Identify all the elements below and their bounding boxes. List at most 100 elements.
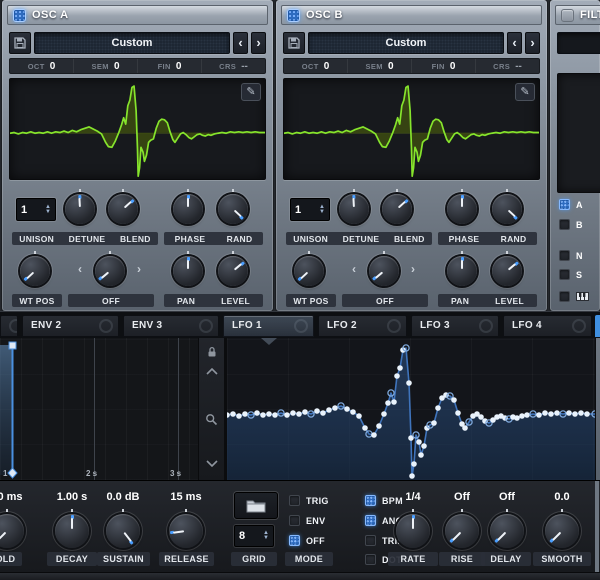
osc-b-phase-knob[interactable] (447, 189, 477, 224)
lfo-point-handle[interactable] (542, 410, 548, 416)
osc-a-sem-field[interactable]: SEM 0 (74, 59, 138, 73)
tab-lfo1[interactable]: LFO 1 (223, 315, 314, 337)
hold-knob[interactable] (0, 509, 24, 548)
osc-b-wtpos-knob[interactable] (294, 251, 324, 286)
checkbox-icon[interactable] (365, 515, 376, 526)
checkbox-icon[interactable] (289, 495, 300, 506)
lfo-point-handle[interactable] (455, 410, 461, 416)
magnifier-zoom-icon[interactable] (205, 413, 218, 426)
lfo-point-handle[interactable] (435, 405, 441, 411)
osc-b-blend-knob[interactable] (382, 189, 412, 224)
lfo-point-handle[interactable] (385, 400, 391, 406)
lfo-point-handle[interactable] (536, 412, 542, 418)
osc-a-prev-wavetable-button[interactable]: ‹ (233, 32, 248, 54)
lfo-env-option[interactable]: ENV (289, 515, 325, 526)
tab-lfo4[interactable]: LFO 4 (503, 315, 592, 337)
osc-b-crs-field[interactable]: CRS -- (476, 59, 539, 73)
osc-b-enable-led-icon[interactable] (287, 8, 300, 22)
tab-env2[interactable]: ENV 2 (22, 315, 119, 337)
checkbox-icon[interactable] (289, 515, 300, 526)
lfo-point-handle[interactable] (391, 399, 397, 405)
lfo-point-handle[interactable] (416, 439, 422, 445)
checkbox-icon[interactable] (559, 269, 570, 280)
lfo-point-handle[interactable] (406, 380, 412, 386)
osc-a-edit-pencil-icon[interactable]: ✎ (241, 83, 261, 101)
lfo-point-handle[interactable] (371, 432, 377, 438)
lfo-point-handle[interactable] (376, 423, 382, 429)
checkbox-icon[interactable] (365, 535, 376, 546)
osc-a-warp-prev-icon[interactable]: ‹ (78, 262, 82, 276)
lfo-point-handle[interactable] (421, 443, 427, 449)
lfo-point-handle[interactable] (290, 410, 296, 416)
lfo-point-handle[interactable] (302, 409, 308, 415)
osc-b-wavetable-select[interactable]: Custom (308, 32, 504, 54)
filter-route-osc-b[interactable]: B (559, 219, 600, 230)
osc-a-level-knob[interactable] (218, 251, 248, 286)
osc-b-warp-prev-icon[interactable]: ‹ (352, 262, 356, 276)
tab-lfo2[interactable]: LFO 2 (318, 315, 407, 337)
lfo-point-handle[interactable] (230, 411, 236, 417)
osc-b-warp-knob[interactable] (369, 251, 399, 286)
release-knob[interactable] (169, 509, 203, 548)
osc-b-unison-stepper[interactable]: 1 ▲ ▼ (290, 198, 330, 221)
chevron-up-icon[interactable] (205, 368, 218, 375)
lock-icon[interactable] (206, 346, 218, 358)
lfo-point-handle[interactable] (409, 473, 415, 479)
filter-route-sub[interactable]: S (559, 269, 600, 280)
decay-knob[interactable] (55, 509, 89, 548)
lfo-point-handle[interactable] (519, 413, 525, 419)
osc-b-level-knob[interactable] (492, 251, 522, 286)
osc-a-blend-knob[interactable] (108, 189, 138, 224)
osc-a-enable-led-icon[interactable] (13, 8, 26, 22)
lfo-point-handle[interactable] (284, 412, 290, 418)
checkbox-icon[interactable] (365, 554, 376, 565)
osc-a-phase-knob[interactable] (173, 189, 203, 224)
osc-b-next-wavetable-button[interactable]: › (525, 32, 540, 54)
osc-a-warp-knob[interactable] (95, 251, 125, 286)
filter-curve-display[interactable] (557, 73, 600, 193)
rise-knob[interactable] (445, 509, 479, 548)
envelope-display[interactable]: 1 2 s 3 s (0, 338, 198, 480)
rate-knob[interactable] (396, 509, 430, 548)
lfo-point-handle[interactable] (362, 425, 368, 431)
stepper-arrows-icon[interactable]: ▲ ▼ (45, 204, 51, 215)
lfo-point-handle[interactable] (554, 410, 560, 416)
filter-keytrack-toggle[interactable] (559, 291, 600, 302)
lfo-off-option[interactable]: OFF (289, 535, 325, 546)
lfo-point-handle[interactable] (350, 409, 356, 415)
tab-lfo3[interactable]: LFO 3 (411, 315, 499, 337)
osc-a-rand-knob[interactable] (218, 189, 248, 224)
osc-b-fin-field[interactable]: FIN 0 (412, 59, 476, 73)
lfo-point-handle[interactable] (548, 411, 554, 417)
osc-a-wtpos-knob[interactable] (20, 251, 50, 286)
checkbox-icon[interactable] (365, 495, 376, 506)
osc-b-prev-wavetable-button[interactable]: ‹ (507, 32, 522, 54)
checkbox-icon[interactable] (559, 219, 570, 230)
filter-route-noise[interactable]: N (559, 250, 600, 261)
lfo-point-handle[interactable] (514, 415, 520, 421)
smooth-knob[interactable] (545, 509, 579, 548)
lfo-point-handle[interactable] (478, 414, 484, 420)
stepper-arrows-icon[interactable]: ▲ ▼ (319, 204, 325, 215)
lfo-point-handle[interactable] (320, 410, 326, 416)
osc-a-detune-knob[interactable] (65, 189, 95, 224)
checkbox-icon[interactable] (559, 250, 570, 261)
lfo-point-handle[interactable] (242, 411, 248, 417)
osc-b-waveform-display[interactable]: ✎ (283, 78, 540, 180)
lfo-point-handle[interactable] (566, 410, 572, 416)
checkbox-icon[interactable] (559, 291, 570, 302)
stepper-arrows-icon[interactable]: ▲ ▼ (263, 530, 269, 541)
lfo-point-handle[interactable] (254, 410, 260, 416)
lfo-point-handle[interactable] (397, 365, 403, 371)
lfo-point-handle[interactable] (431, 420, 437, 426)
checkbox-icon[interactable] (289, 535, 300, 546)
osc-b-save-button[interactable] (283, 32, 305, 54)
lfo-point-handle[interactable] (394, 373, 400, 379)
osc-b-rand-knob[interactable] (492, 189, 522, 224)
osc-b-pan-knob[interactable] (447, 251, 477, 286)
lfo-point-handle[interactable] (572, 411, 578, 417)
lfo-point-handle[interactable] (296, 411, 302, 417)
lfo-point-handle[interactable] (272, 412, 278, 418)
osc-b-sem-field[interactable]: SEM 0 (348, 59, 412, 73)
filter-route-osc-a[interactable]: A (559, 199, 600, 210)
